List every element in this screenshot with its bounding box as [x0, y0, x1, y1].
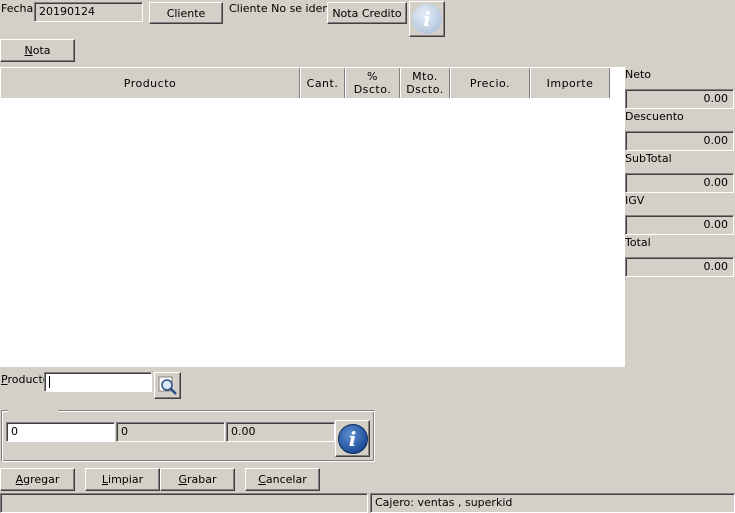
cancelar-label: Cancelar — [258, 473, 307, 486]
search-button[interactable] — [154, 372, 181, 399]
column-header-label: Mto. — [412, 70, 438, 83]
cantidad-input[interactable]: 0 — [6, 422, 115, 442]
table-header: Producto Cant. % Dscto. Mto. Dscto. Prec… — [0, 67, 610, 98]
nota-button-label: Nota — [24, 44, 50, 57]
descuento-field: 0.00 — [625, 131, 734, 151]
igv-field: 0.00 — [625, 215, 734, 235]
limpiar-label: Limpiar — [102, 473, 143, 486]
grabar-label: Grabar — [178, 473, 216, 486]
producto-input[interactable] — [44, 372, 152, 392]
column-header-pct-dscto[interactable]: % Dscto. — [345, 68, 400, 98]
cliente-status: Cliente No se ident — [229, 2, 334, 15]
grabar-mnemonic: G — [178, 473, 187, 486]
nota-credito-button-label: Nota Credito — [332, 6, 402, 20]
column-header-label: Producto — [123, 76, 177, 90]
limpiar-button[interactable]: Limpiar — [85, 468, 160, 491]
fecha-field[interactable]: 20190124 — [34, 2, 143, 22]
text-cursor — [49, 376, 50, 388]
agregar-mnemonic: A — [15, 473, 24, 486]
product-table[interactable]: Producto Cant. % Dscto. Mto. Dscto. Prec… — [0, 67, 625, 367]
item-field-3: 0.00 — [226, 422, 335, 442]
info-icon: i — [412, 4, 442, 34]
neto-label: Neto — [625, 68, 652, 81]
status-cajero: Cajero: ventas , superkid — [370, 493, 735, 513]
column-header-label: Importe — [546, 76, 594, 90]
subtotal-label: SubTotal — [625, 152, 672, 165]
nota-credito-button[interactable]: Nota Credito — [327, 2, 407, 24]
column-header-mto-dscto[interactable]: Mto. Dscto. — [400, 68, 450, 98]
nota-rest: ota — [32, 44, 51, 57]
agregar-label: Agregar — [16, 473, 60, 486]
total-field: 0.00 — [625, 257, 734, 277]
cliente-button[interactable]: Cliente — [149, 2, 223, 24]
limpiar-rest: impiar — [108, 473, 144, 486]
column-header-label-2: Dscto. — [353, 83, 392, 96]
grabar-rest: rabar — [187, 473, 217, 486]
total-label: Total — [625, 236, 651, 249]
column-header-label: Precio. — [469, 76, 511, 90]
subtotal-field: 0.00 — [625, 173, 734, 193]
descuento-label: Descuento — [625, 110, 684, 123]
grabar-button[interactable]: Grabar — [160, 468, 235, 491]
nota-mnemonic: N — [24, 44, 33, 57]
info-bottom-button[interactable]: i — [335, 420, 370, 457]
fecha-label: Fecha — [1, 2, 34, 15]
search-icon — [158, 376, 177, 395]
info-icon: i — [337, 423, 368, 454]
column-header-cant[interactable]: Cant. — [300, 68, 345, 98]
agregar-button[interactable]: Agregar — [0, 468, 75, 491]
cancelar-rest: ancelar — [265, 473, 307, 486]
column-header-label-2: Dscto. — [406, 83, 444, 96]
igv-label: IGV — [625, 194, 645, 207]
agregar-rest: gregar — [23, 473, 60, 486]
info-top-button[interactable]: i — [409, 1, 445, 37]
producto-label: Producto — [1, 373, 50, 386]
cliente-button-label: Cliente — [166, 6, 206, 20]
group-title-gap — [8, 409, 58, 412]
column-header-label: Cant. — [306, 76, 339, 90]
column-header-precio[interactable]: Precio. — [450, 68, 530, 98]
neto-field: 0.00 — [625, 89, 734, 109]
column-header-importe[interactable]: Importe — [530, 68, 610, 98]
cancelar-button[interactable]: Cancelar — [245, 468, 320, 491]
status-left — [0, 493, 368, 513]
cancelar-mnemonic: C — [258, 473, 266, 486]
column-header-producto[interactable]: Producto — [0, 68, 300, 98]
column-header-label: % — [367, 70, 378, 83]
nota-button[interactable]: Nota — [0, 39, 75, 62]
item-field-2: 0 — [116, 422, 225, 442]
